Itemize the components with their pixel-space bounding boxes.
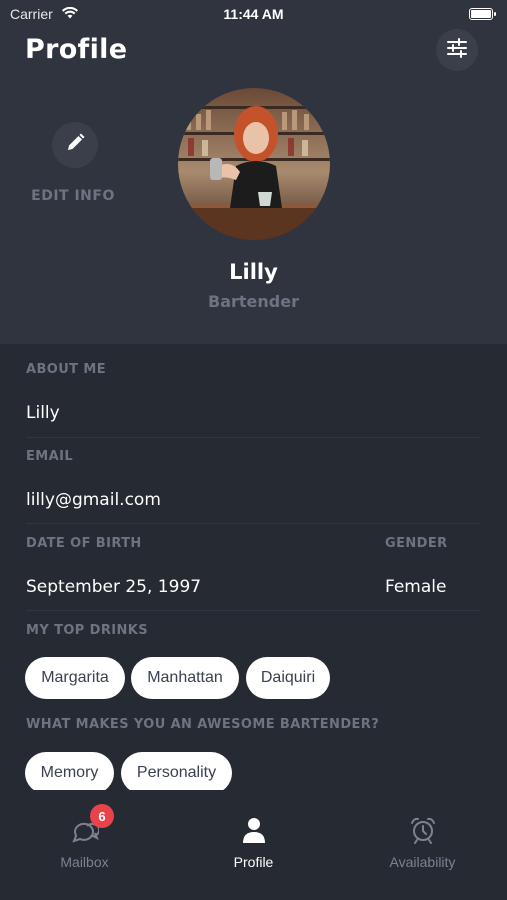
- alarm-clock-icon: [338, 816, 507, 844]
- tab-availability[interactable]: Availability: [338, 790, 507, 900]
- status-bar: Carrier 11:44 AM: [0, 0, 507, 30]
- email-label: EMAIL: [26, 449, 73, 464]
- awesome-bartender-label: WHAT MAKES YOU AN AWESOME BARTENDER?: [26, 717, 380, 732]
- drink-chip[interactable]: Daiquiri: [246, 657, 330, 699]
- drink-chip[interactable]: Margarita: [25, 657, 125, 699]
- tab-profile-label: Profile: [233, 854, 274, 870]
- tab-availability-label: Availability: [389, 854, 456, 870]
- edit-info-label[interactable]: EDIT INFO: [0, 188, 146, 204]
- divider: [26, 437, 480, 438]
- about-me-label: ABOUT ME: [26, 362, 106, 377]
- chat-bubbles-icon: [0, 816, 169, 844]
- tab-mailbox-label: Mailbox: [60, 854, 109, 870]
- drink-chip[interactable]: Manhattan: [131, 657, 239, 699]
- tab-profile[interactable]: Profile: [169, 790, 338, 900]
- profile-role: Bartender: [208, 292, 299, 311]
- person-icon: [169, 816, 338, 844]
- profile-name: Lilly: [229, 260, 278, 284]
- clock-time: 11:44 AM: [223, 6, 284, 22]
- filter-settings-button[interactable]: [436, 29, 478, 71]
- unread-badge: 6: [90, 804, 114, 828]
- edit-info-button[interactable]: [52, 122, 98, 168]
- tab-bar: 6 Mailbox Profile Availability: [0, 790, 507, 900]
- profile-header: Carrier 11:44 AM Profile EDIT INFO Lilly…: [0, 0, 507, 344]
- pencil-icon: [65, 133, 85, 157]
- email-value: lilly@gmail.com: [26, 490, 161, 510]
- dob-value: September 25, 1997: [26, 577, 202, 597]
- top-drinks-label: MY TOP DRINKS: [26, 623, 149, 638]
- avatar: [178, 88, 330, 240]
- quality-chip[interactable]: Personality: [121, 752, 232, 794]
- dob-label: DATE OF BIRTH: [26, 536, 142, 551]
- battery-icon: [469, 8, 496, 20]
- divider: [26, 610, 480, 611]
- sliders-icon: [446, 38, 468, 62]
- gender-value: Female: [385, 577, 447, 597]
- divider: [26, 523, 480, 524]
- tab-mailbox[interactable]: 6 Mailbox: [0, 790, 169, 900]
- gender-label: GENDER: [385, 536, 448, 551]
- quality-chip[interactable]: Memory: [25, 752, 114, 794]
- page-title: Profile: [25, 34, 128, 65]
- about-me-value: Lilly: [26, 403, 60, 423]
